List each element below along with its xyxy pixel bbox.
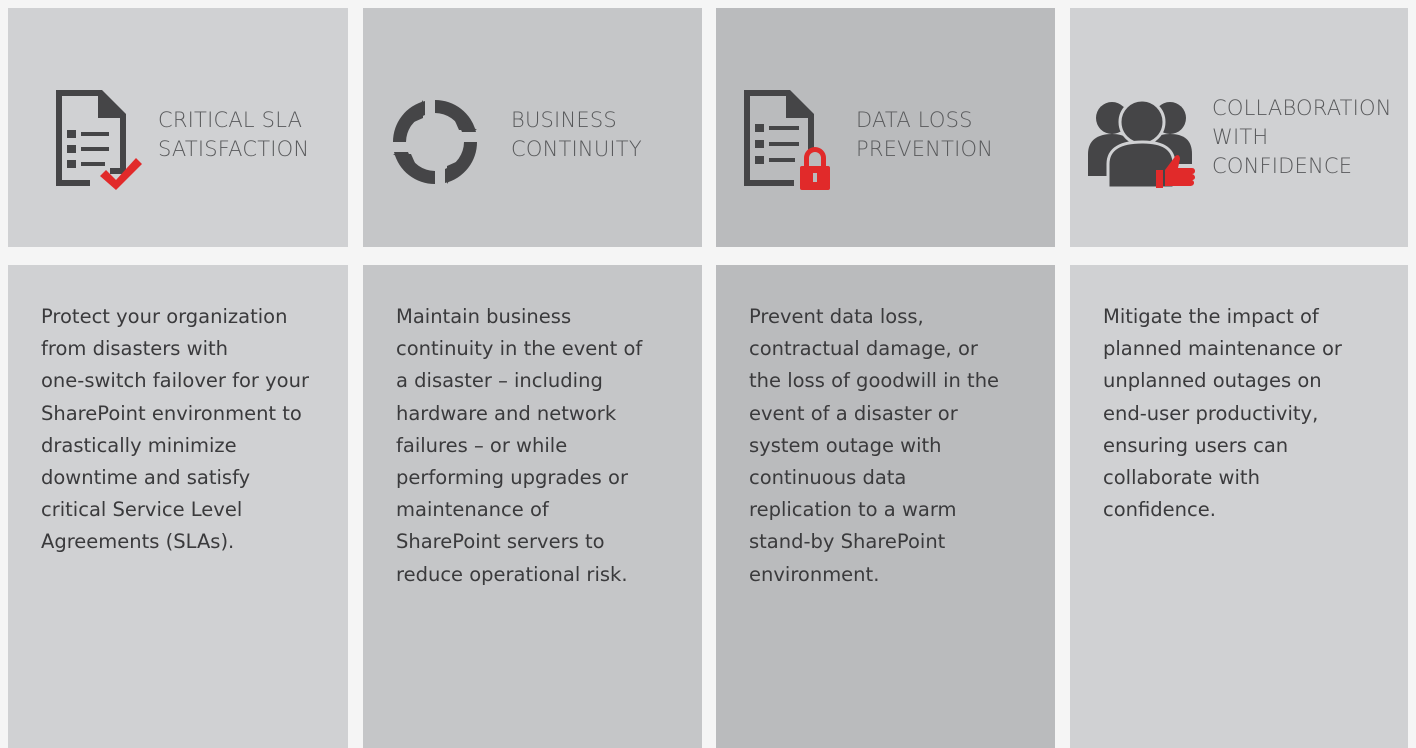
feature-description: Mitigate the impact of planned maintenan… [1103,305,1342,522]
feature-description-business-continuity: Maintain business continuity in the even… [363,265,702,748]
feature-title: CRITICAL SLA SATISFACTION [158,108,310,161]
feature-title: DATA LOSS PREVENTION [856,108,994,161]
feature-description-critical-sla: Protect your organization from disasters… [8,265,348,748]
document-checkmark-icon [56,90,142,190]
feature-title: BUSINESS CONTINUITY [511,108,642,161]
feature-description: Protect your organization from disasters… [41,305,309,554]
feature-description: Prevent data loss, contractual damage, o… [749,305,1000,586]
feature-description-collaboration: Mitigate the impact of planned maintenan… [1070,265,1408,748]
users-thumbs-up-icon [1088,98,1195,190]
feature-description-data-loss-prevention: Prevent data loss, contractual damage, o… [716,265,1055,748]
document-lock-icon [744,90,830,190]
feature-header-critical-sla: CRITICAL SLA SATISFACTION [8,8,348,247]
feature-description: Maintain business continuity in the even… [396,305,643,586]
feature-title: COLLABORATION WITH CONFIDENCE [1212,96,1392,178]
circular-arrows-icon [392,99,478,185]
feature-header-data-loss-prevention: DATA LOSS PREVENTION [716,8,1055,247]
feature-header-collaboration: COLLABORATION WITH CONFIDENCE [1070,8,1408,247]
feature-header-business-continuity: BUSINESS CONTINUITY [363,8,702,247]
